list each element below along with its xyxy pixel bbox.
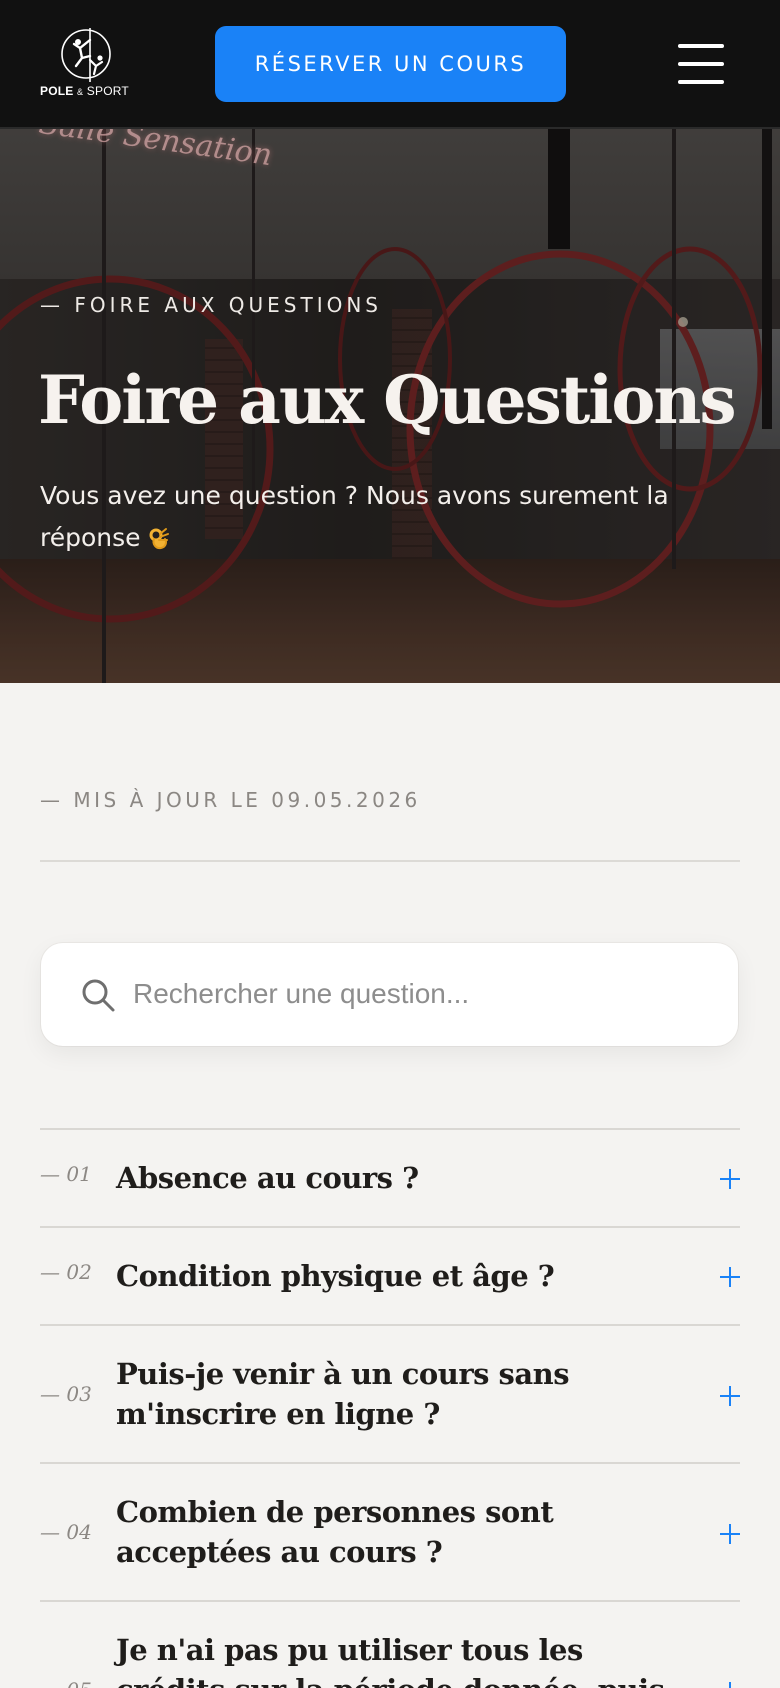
plus-expand-icon[interactable] bbox=[720, 1386, 740, 1406]
search-icon bbox=[82, 979, 115, 1012]
menu-bar bbox=[678, 62, 724, 66]
menu-bar bbox=[678, 80, 724, 84]
faq-question: Condition physique et âge ? bbox=[116, 1259, 555, 1293]
last-updated-label: — MIS À JOUR LE 09.05.2026 bbox=[40, 788, 421, 812]
faq-item-01[interactable]: — 01 Absence au cours ? bbox=[40, 1128, 740, 1226]
site-header: POLE & SPORT RÉSERVER UN COURS bbox=[0, 0, 780, 129]
hero-subtitle-text: Vous avez une question ? Nous avons sure… bbox=[40, 481, 669, 552]
hero-subtitle: Vous avez une question ? Nous avons sure… bbox=[40, 475, 760, 559]
faq-item-04[interactable]: — 04 Combien de personnes sont acceptées… bbox=[40, 1462, 740, 1600]
plus-expand-icon[interactable] bbox=[720, 1524, 740, 1544]
page-title: Foire aux Questions bbox=[38, 361, 737, 439]
faq-number: — 02 bbox=[40, 1260, 92, 1284]
faq-item-05[interactable]: — 05 Je n'ai pas pu utiliser tous les cr… bbox=[40, 1600, 740, 1688]
book-class-button[interactable]: RÉSERVER UN COURS bbox=[215, 26, 566, 102]
pole-sport-logo[interactable]: POLE & SPORT bbox=[38, 26, 134, 104]
faq-list: — 01 Absence au cours ? — 02 Condition p… bbox=[40, 1128, 740, 1688]
logo-wordmark: POLE & SPORT bbox=[40, 84, 129, 98]
ok-hand-emoji-icon bbox=[149, 528, 170, 550]
plus-expand-icon[interactable] bbox=[720, 1682, 740, 1688]
logo-ampersand: & bbox=[77, 87, 84, 97]
faq-number: — 03 bbox=[40, 1382, 92, 1406]
plus-expand-icon[interactable] bbox=[720, 1169, 740, 1189]
faq-number: — 01 bbox=[40, 1162, 92, 1186]
faq-number: — 05 bbox=[40, 1678, 92, 1688]
faq-question: Absence au cours ? bbox=[116, 1161, 419, 1195]
faq-search-box[interactable] bbox=[41, 943, 738, 1046]
faq-item-02[interactable]: — 02 Condition physique et âge ? bbox=[40, 1226, 740, 1324]
hamburger-menu-icon[interactable] bbox=[675, 44, 727, 84]
pole-dancer-logo-icon bbox=[61, 28, 111, 82]
faq-question: Je n'ai pas pu utiliser tous les crédits… bbox=[116, 1633, 677, 1688]
faq-question: Puis-je venir à un cours sans m'inscrire… bbox=[116, 1357, 570, 1431]
search-input[interactable] bbox=[133, 963, 713, 1025]
plus-expand-icon[interactable] bbox=[720, 1267, 740, 1287]
faq-item-03[interactable]: — 03 Puis-je venir à un cours sans m'ins… bbox=[40, 1324, 740, 1462]
menu-bar bbox=[678, 44, 724, 48]
hero-eyebrow: — FOIRE AUX QUESTIONS bbox=[40, 293, 382, 317]
logo-word-sport: SPORT bbox=[86, 84, 129, 98]
logo-word-pole: POLE bbox=[40, 84, 74, 98]
divider bbox=[40, 860, 740, 862]
faq-number: — 04 bbox=[40, 1520, 92, 1544]
hero-banner: Salle Sensation — FOIRE AUX QUESTIONS Fo… bbox=[0, 129, 780, 683]
faq-question: Combien de personnes sont acceptées au c… bbox=[116, 1495, 554, 1569]
